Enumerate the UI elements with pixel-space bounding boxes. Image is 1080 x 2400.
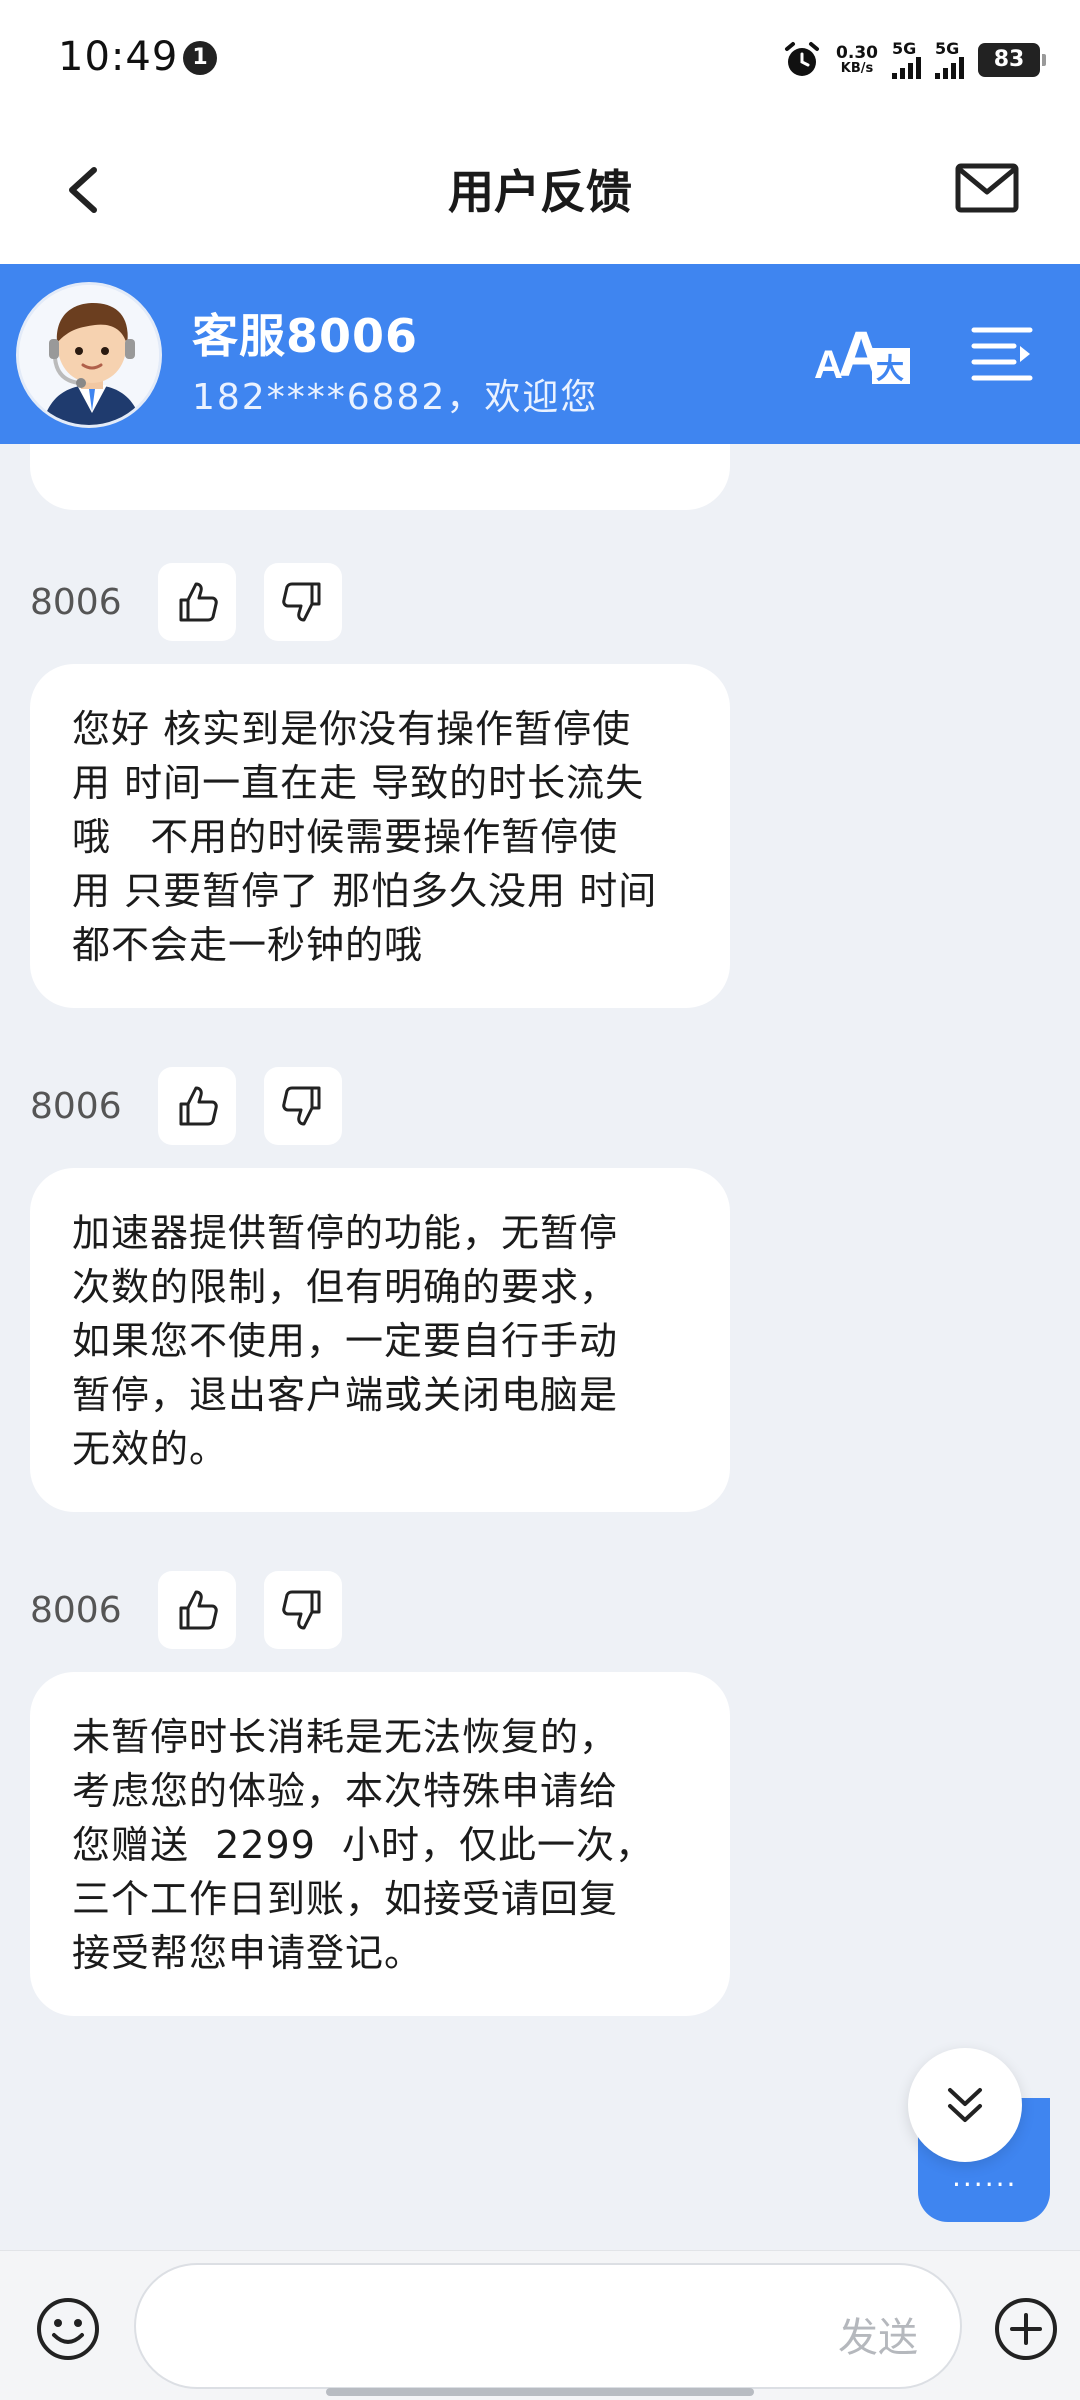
sender-name: 8006 xyxy=(30,581,122,623)
message-header: 8006 xyxy=(30,562,370,642)
notification-badge: 1 xyxy=(183,41,217,75)
send-button[interactable]: 发送 xyxy=(838,2305,918,2363)
message-bubble: 加速器提供暂停的功能，无暂停 次数的限制，但有明确的要求， 如果您不使用，一定要… xyxy=(30,1168,730,1512)
menu-button[interactable] xyxy=(970,320,1034,384)
signal-sim2-icon: 5G xyxy=(935,41,964,79)
thumbs-down-icon xyxy=(282,1590,321,1630)
thumbs-up-icon xyxy=(179,1590,218,1630)
agent-avatar-icon xyxy=(19,285,159,425)
thumbs-up-button[interactable] xyxy=(158,563,236,641)
battery-indicator: 83 xyxy=(978,43,1046,77)
mail-icon xyxy=(955,163,1019,213)
font-size-button[interactable]: A A 大 xyxy=(812,314,916,394)
signal-sim1-icon: 5G xyxy=(892,41,921,79)
status-time: 10:49 xyxy=(58,34,179,80)
thumbs-down-icon xyxy=(282,582,321,622)
message-bubble: 您好 核实到是你没有操作暂停使 用 时间一直在走 导致的时长流失 哦 不用的时候… xyxy=(30,664,730,1008)
alarm-icon xyxy=(785,42,820,76)
svg-text:大: 大 xyxy=(876,352,904,385)
agent-greeting: 182****6882，欢迎您 xyxy=(192,377,599,418)
message-header: 8006 xyxy=(30,1570,370,1650)
font-size-icon: A A 大 xyxy=(814,318,910,390)
status-bar: 10:49 1 0.30 KB/s 5G 5G 83 xyxy=(0,0,1080,120)
sender-name: 8006 xyxy=(30,1085,122,1127)
plus-circle-icon xyxy=(995,2298,1057,2360)
thumbs-up-button[interactable] xyxy=(158,1067,236,1145)
thumbs-down-button[interactable] xyxy=(264,563,342,641)
thumbs-down-button[interactable] xyxy=(264,1067,342,1145)
previous-message-bubble xyxy=(30,444,730,510)
agent-avatar xyxy=(16,282,162,428)
agent-header: 客服8006 182****6882，欢迎您 A A 大 xyxy=(0,264,1080,444)
emoji-icon xyxy=(37,2298,99,2360)
message-bubble: 未暂停时长消耗是无法恢复的， 考虑您的体验，本次特殊申请给 您赠送 2299 小… xyxy=(30,1672,730,2016)
emoji-button[interactable] xyxy=(34,2295,102,2363)
message-input[interactable]: 发送 xyxy=(134,2263,962,2389)
thumbs-down-button[interactable] xyxy=(264,1571,342,1649)
more-button[interactable] xyxy=(992,2295,1060,2363)
double-chevron-down-icon xyxy=(948,2088,982,2122)
status-icons: 0.30 KB/s 5G 5G 83 xyxy=(782,36,1046,84)
floating-tab-label: ...... xyxy=(952,2160,1018,2193)
agent-name: 客服8006 xyxy=(192,309,419,363)
thumbs-up-icon xyxy=(179,1086,218,1126)
scroll-to-bottom-button[interactable] xyxy=(908,2048,1022,2162)
input-bar: 发送 xyxy=(0,2250,1080,2400)
message-header: 8006 xyxy=(30,1066,370,1146)
thumbs-up-icon xyxy=(179,582,218,622)
chat-area[interactable]: 8006 您好 核实到是你没有操作暂停使 用 时间一直在走 导致的时长流失 哦 … xyxy=(0,444,1080,2250)
network-speed: 0.30 KB/s xyxy=(836,43,878,76)
mail-button[interactable] xyxy=(948,148,1028,228)
home-indicator xyxy=(326,2388,754,2396)
title-bar: 用户反馈 xyxy=(0,120,1080,264)
sender-name: 8006 xyxy=(30,1589,122,1631)
page-title: 用户反馈 xyxy=(448,165,632,219)
thumbs-up-button[interactable] xyxy=(158,1571,236,1649)
menu-icon xyxy=(971,327,1033,381)
thumbs-down-icon xyxy=(282,1086,321,1126)
